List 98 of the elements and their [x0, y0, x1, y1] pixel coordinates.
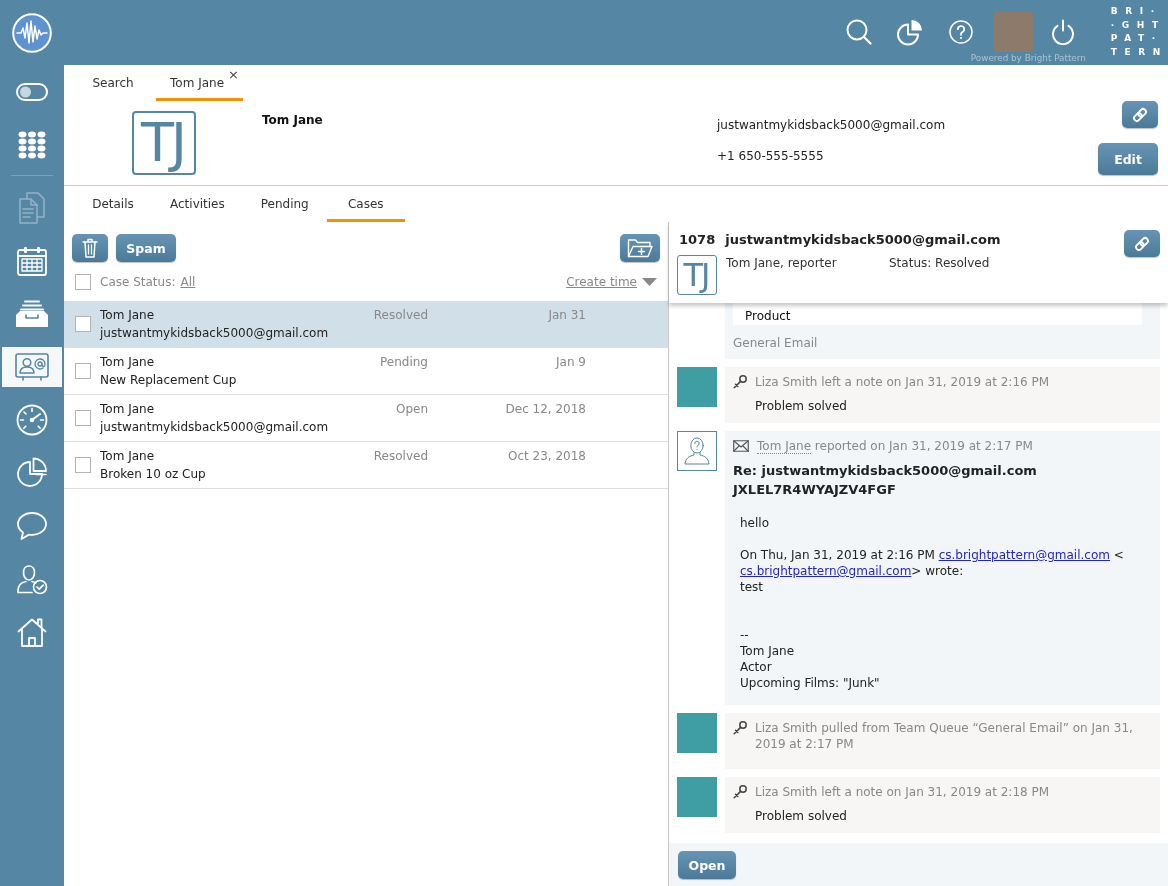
envelope-icon: [733, 440, 749, 452]
case-number: 1078: [679, 231, 716, 249]
user-check-icon[interactable]: [16, 562, 48, 595]
avatar-photo-placeholder: [677, 777, 717, 817]
calendar-icon[interactable]: [17, 245, 47, 276]
close-tab-button[interactable]: ×: [228, 69, 239, 81]
case-contact-name: Tom Jane: [100, 354, 156, 371]
queue-name: General Email: [733, 335, 819, 351]
case-row[interactable]: Tom Jane Broken 10 oz Cup Resolved Oct 23, 2018: [64, 442, 668, 489]
case-title: justwantmykidsback5000@gmail.com: [725, 231, 1001, 249]
activity-text: Tom Jane reported on Jan 31, 2019 at 2:17 PM: [757, 438, 1033, 454]
checkbox[interactable]: [75, 363, 91, 379]
case-date: Dec 12, 2018: [504, 401, 586, 418]
pin-icon: [733, 721, 747, 735]
folder-button[interactable]: [620, 234, 660, 262]
waveform-logo-icon: [12, 12, 52, 53]
tab[interactable]: Cases: [326, 186, 405, 222]
search-icon[interactable]: [845, 19, 872, 45]
case-subject: Broken 10 oz Cup: [100, 466, 207, 483]
email-text-line: Actor: [740, 659, 773, 675]
case-status-text: Status: Resolved: [889, 255, 990, 271]
case-date: Oct 23, 2018: [507, 448, 586, 465]
email-text-line: hello: [740, 515, 770, 531]
initials-avatar: TJ: [132, 111, 196, 175]
tab[interactable]: Activities: [152, 186, 243, 222]
help-icon[interactable]: [948, 20, 973, 44]
email-text-line: test: [740, 579, 765, 595]
email-link[interactable]: cs.brightpattern@gmail.com: [938, 548, 1110, 562]
sort-button[interactable]: Create time: [566, 274, 657, 289]
case-subject: justwantmykidsback5000@gmail.com: [100, 419, 330, 436]
inbox-tray-icon[interactable]: [15, 299, 49, 328]
quote-header-text: On Thu, Jan 31, 2019 at 2:16 PM cs.brightpattern@gmail.com < cs.brightpattern@gmail.com> wrote:: [740, 547, 1125, 579]
unknown-user-avatar-icon: [677, 431, 717, 471]
tab[interactable]: Details: [74, 186, 152, 222]
activity-text: Liza Smith left a note on Jan 31, 2019 at 2:18 PM: [755, 784, 1050, 800]
case-status: Open: [394, 401, 428, 418]
form-field: Product: [733, 303, 1142, 325]
spam-button[interactable]: Spam: [116, 234, 176, 262]
tab[interactable]: Pending: [242, 186, 327, 222]
case-contact-name: Tom Jane: [100, 401, 156, 418]
avatar-photo-placeholder: [677, 713, 717, 753]
contact-card-icon[interactable]: [15, 352, 49, 381]
email-text-line: Upcoming Films: "Junk": [740, 675, 881, 691]
email-text-line: --: [740, 627, 750, 643]
case-status: Resolved: [372, 448, 428, 465]
case-row[interactable]: Tom Jane justwantmykidsback5000@gmail.com Open Dec 12, 2018: [64, 395, 668, 442]
case-contact-name: Tom Jane: [100, 448, 156, 465]
pie-chart-icon[interactable]: [16, 456, 48, 489]
case-date: Jan 9: [554, 354, 586, 371]
delete-button[interactable]: [72, 234, 108, 262]
note-text: Problem solved: [755, 808, 848, 824]
powered-by-text: Powered by Bright Pattern: [970, 53, 1086, 64]
checkbox[interactable]: [75, 457, 91, 473]
case-row[interactable]: Tom Jane New Replacement Cup Pending Jan 9: [64, 348, 668, 395]
chat-bubble-icon[interactable]: [16, 510, 48, 541]
sort-caret-icon: [642, 277, 657, 286]
email-text-line: Tom Jane: [740, 643, 796, 659]
brand-logo: BRI· ·GHT PAT· TERN: [1110, 5, 1168, 59]
case-row[interactable]: Tom Jane justwantmykidsback5000@gmail.com Resolved Jan 31: [64, 301, 668, 348]
toggle-switch-icon[interactable]: [16, 82, 48, 101]
status-filter-link[interactable]: All: [180, 274, 196, 289]
case-subject: New Replacement Cup: [100, 372, 238, 389]
activity-text: Liza Smith left a note on Jan 31, 2019 at 2:16 PM: [755, 374, 1050, 390]
case-date: Jan 31: [547, 307, 586, 324]
email-link[interactable]: cs.brightpattern@gmail.com: [740, 564, 912, 578]
trash-icon: [82, 238, 98, 258]
select-all-checkbox[interactable]: [75, 273, 91, 290]
link-button[interactable]: [1124, 230, 1160, 257]
link-icon: [1134, 235, 1150, 252]
note-text: Problem solved: [755, 398, 848, 414]
avatar-photo-placeholder: [677, 367, 717, 407]
tab[interactable]: Tom Jane ×: [156, 65, 243, 101]
contact-email: justwantmykidsback5000@gmail.com: [717, 117, 946, 133]
contact-name: Tom Jane: [262, 112, 324, 128]
case-status: Resolved: [372, 307, 428, 324]
dialpad-icon[interactable]: [18, 130, 46, 159]
link-icon: [1132, 106, 1148, 123]
gauge-icon[interactable]: [16, 403, 48, 436]
contact-phone: +1 650-555-5555: [717, 148, 825, 164]
pin-icon: [733, 375, 747, 389]
tab[interactable]: Search: [74, 65, 152, 101]
open-button[interactable]: Open: [678, 851, 736, 879]
case-status: Pending: [379, 354, 428, 371]
link-button[interactable]: [1122, 101, 1158, 128]
activity-text: Liza Smith pulled from Team Queue “General Email” on Jan 31, 2019 at 2:17 PM: [755, 720, 1134, 752]
power-icon[interactable]: [1049, 19, 1076, 45]
checkbox[interactable]: [75, 410, 91, 426]
pin-icon: [733, 785, 747, 799]
email-subject: Re: justwantmykidsback5000@gmail.com JXLEL7R4WYAJZV4FGF: [733, 462, 1038, 499]
checkbox[interactable]: [75, 316, 91, 332]
reporter-text: Tom Jane, reporter: [726, 255, 838, 271]
filter-label: Case Status:: [100, 274, 176, 289]
case-subject: justwantmykidsback5000@gmail.com: [100, 325, 330, 342]
case-contact-name: Tom Jane: [100, 307, 156, 324]
edit-button[interactable]: Edit: [1098, 143, 1158, 175]
folder-plus-icon: [627, 238, 653, 258]
pie-chart-icon[interactable]: [895, 18, 924, 46]
initials-avatar: TJ: [677, 255, 717, 295]
